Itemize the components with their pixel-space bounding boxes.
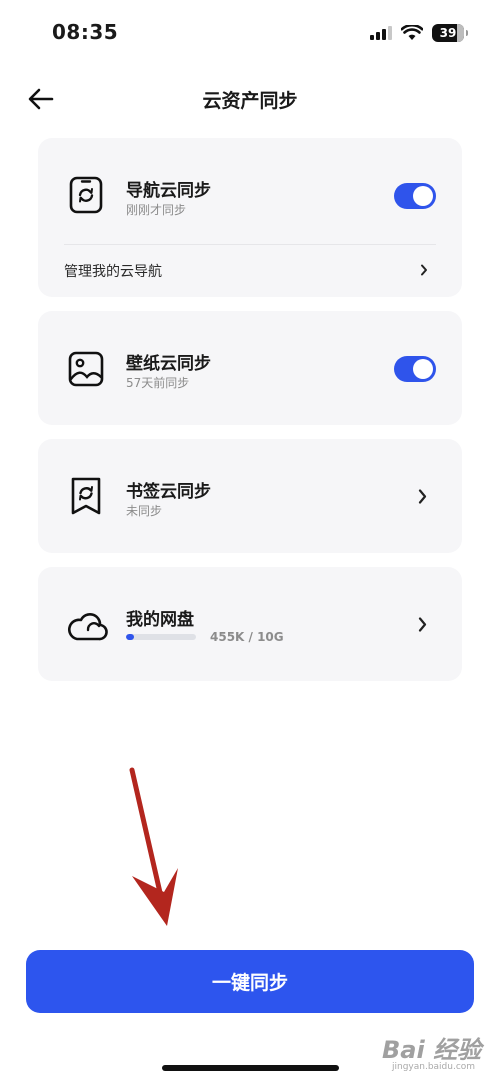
my-disk-title: 我的网盘 <box>126 610 194 630</box>
watermark-logo: Bai 经验 <box>382 1036 482 1064</box>
wallpaper-sync-toggle[interactable] <box>394 356 436 382</box>
nav-sync-subtitle: 刚刚才同步 <box>126 203 187 217</box>
watermark-url: jingyan.baidu.com <box>392 1062 476 1072</box>
home-indicator <box>162 1065 339 1071</box>
signal-icon <box>370 26 392 40</box>
phone-sync-icon <box>68 176 104 214</box>
disk-usage-bar <box>126 634 196 640</box>
wifi-icon <box>401 25 423 40</box>
my-disk-card[interactable]: 我的网盘 455K / 10G <box>38 567 462 681</box>
bookmark-sync-subtitle: 未同步 <box>126 504 163 518</box>
wallpaper-sync-title: 壁纸云同步 <box>126 354 211 374</box>
nav-sync-toggle[interactable] <box>394 183 436 209</box>
battery-level: 39 <box>439 26 457 40</box>
status-time: 08:35 <box>52 20 119 44</box>
manage-cloud-nav-row[interactable]: 管理我的云导航 <box>38 244 462 297</box>
chevron-right-icon <box>418 262 430 278</box>
cloud-icon <box>66 607 108 645</box>
watermark: Bai 经验 jingyan.baidu.com <box>382 1028 490 1074</box>
status-icons: 39 <box>370 22 468 44</box>
disk-usage-bar-fill <box>126 634 135 640</box>
nav-sync-card: 导航云同步 刚刚才同步 管理我的云导航 <box>38 138 462 297</box>
battery-icon: 39 <box>432 24 468 42</box>
toggle-knob <box>413 359 433 379</box>
nav-sync-title: 导航云同步 <box>126 181 211 201</box>
status-bar: 08:35 39 <box>0 0 500 66</box>
bookmark-sync-title: 书签云同步 <box>126 482 211 502</box>
manage-cloud-nav-label: 管理我的云导航 <box>64 264 162 280</box>
bookmark-sync-icon <box>68 477 104 515</box>
sync-all-button[interactable]: 一键同步 <box>26 950 474 1013</box>
page-title: 云资产同步 <box>202 90 298 112</box>
image-icon <box>68 350 104 388</box>
wallpaper-sync-card: 壁纸云同步 57天前同步 <box>38 311 462 425</box>
toggle-knob <box>413 186 433 206</box>
disk-usage-text: 455K / 10G <box>210 630 284 644</box>
annotation-arrow-icon <box>129 767 178 926</box>
chevron-right-icon <box>416 488 428 504</box>
header: 云资产同步 <box>0 76 500 122</box>
wallpaper-sync-subtitle: 57天前同步 <box>126 376 190 390</box>
chevron-right-icon <box>416 616 428 632</box>
bookmark-sync-card[interactable]: 书签云同步 未同步 <box>38 439 462 553</box>
